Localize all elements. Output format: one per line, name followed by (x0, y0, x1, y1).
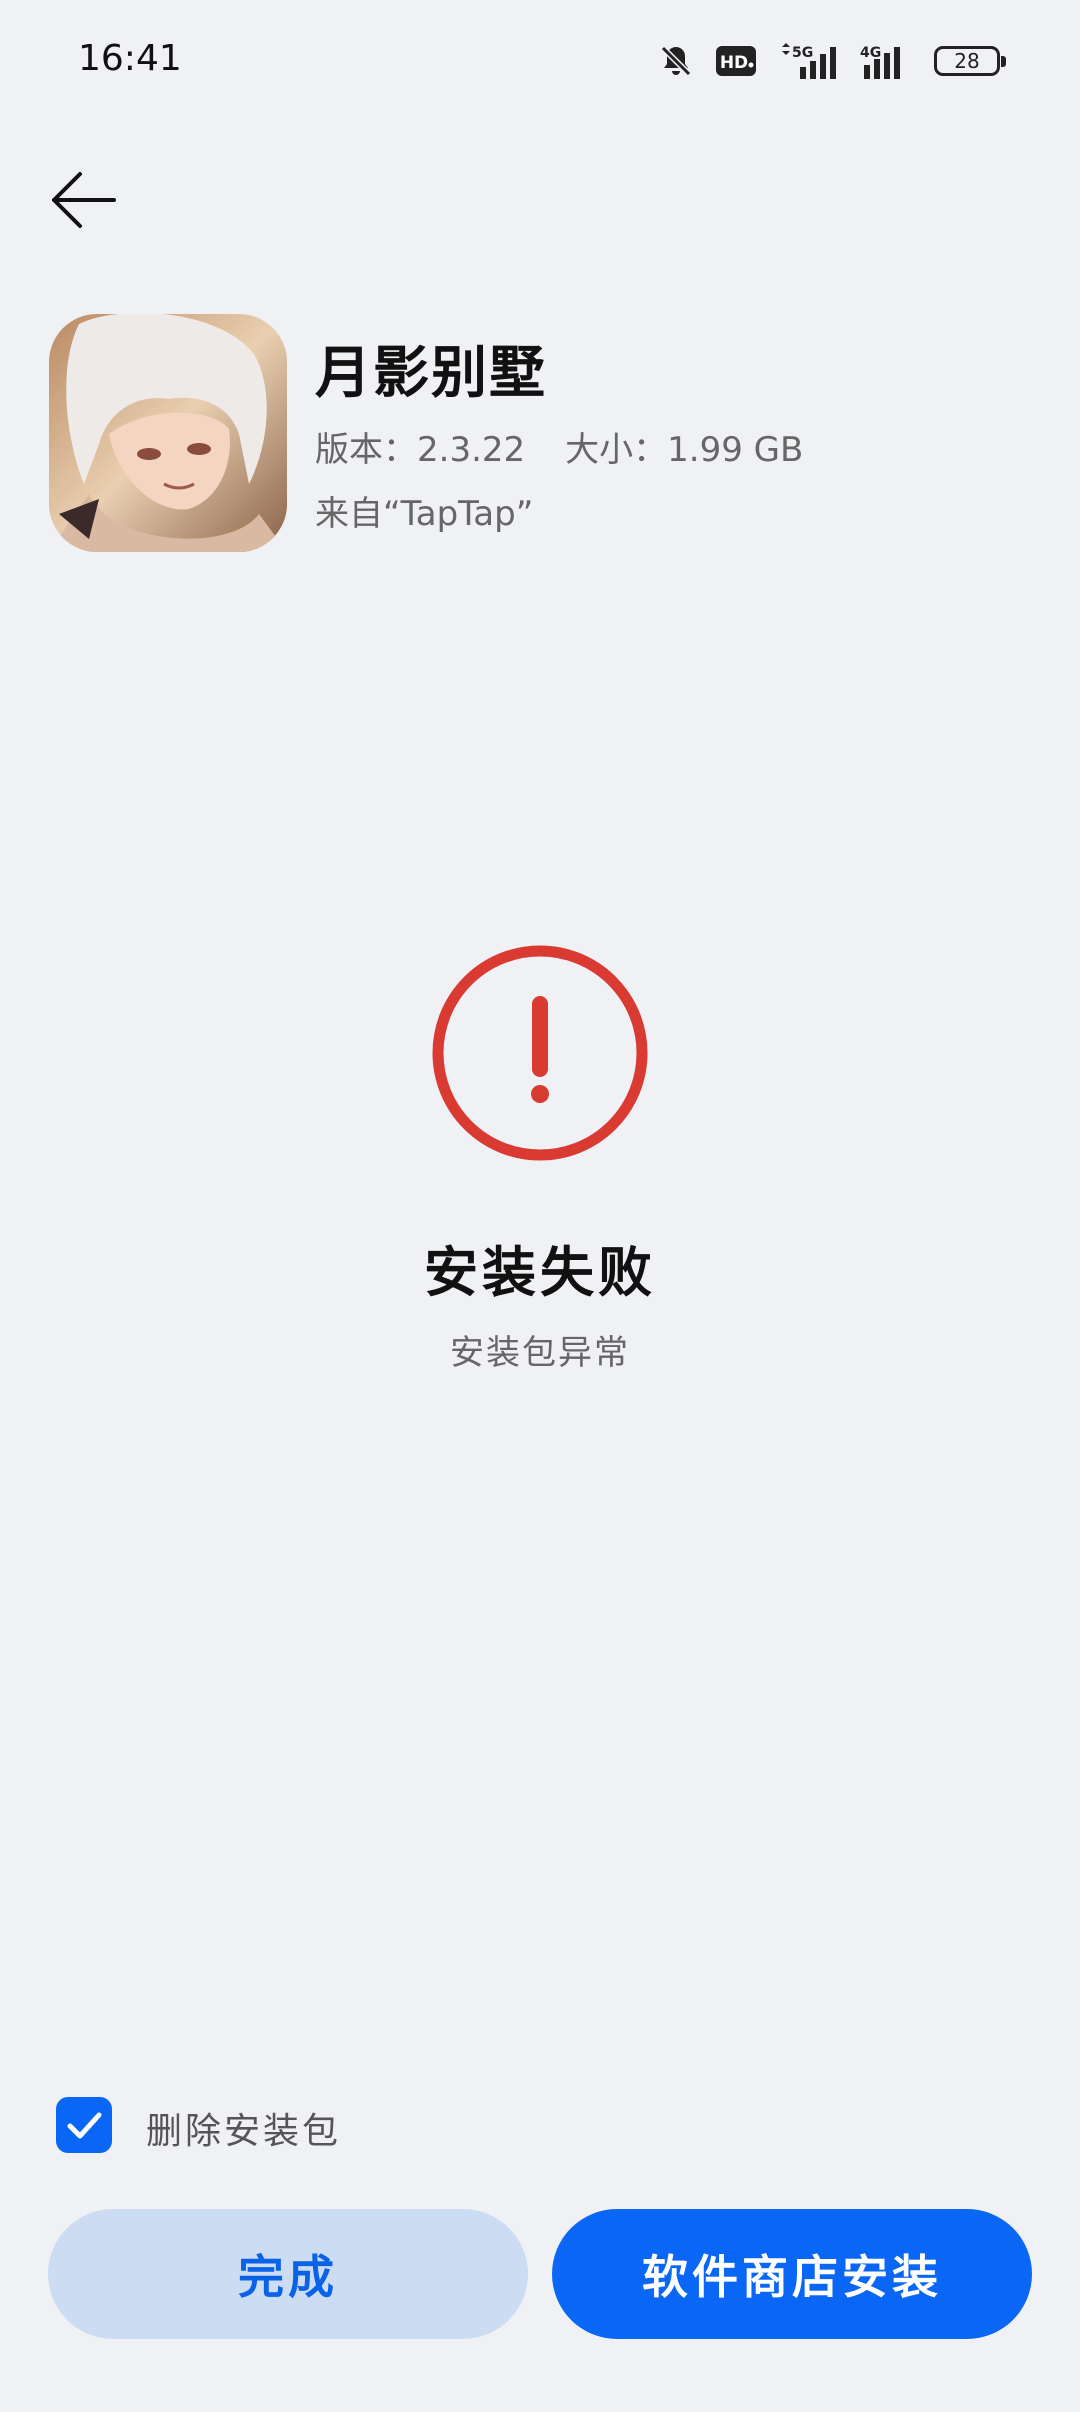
hd-icon: HD (716, 46, 756, 76)
app-size: 大小：1.99 GB (565, 430, 804, 470)
app-version: 版本：2.3.22 (315, 430, 526, 470)
delete-package-checkbox[interactable] (56, 2097, 112, 2153)
back-arrow-icon (52, 172, 116, 228)
status-icons: HD 5G 4G 28 (658, 38, 1006, 84)
battery-level: 28 (954, 49, 980, 73)
done-button[interactable]: 完成 (48, 2209, 528, 2339)
app-source: 来自“TapTap” (315, 494, 534, 534)
app-meta-line: 版本：2.3.22 大小：1.99 GB (315, 422, 803, 471)
app-name: 月影别墅 (315, 340, 547, 406)
signal-4g-icon: 4G (860, 45, 900, 79)
svg-text:4G: 4G (860, 45, 881, 61)
signal-5g-icon: 5G (782, 43, 836, 79)
status-time: 16:41 (78, 38, 182, 79)
app-icon (49, 314, 287, 552)
store-install-button[interactable]: 软件商店安装 (552, 2209, 1032, 2339)
delete-package-label[interactable]: 删除安装包 (146, 2102, 341, 2154)
install-failed-reason: 安装包异常 (450, 1333, 630, 1373)
checkmark-icon (67, 2112, 102, 2139)
install-failed-title: 安装失败 (424, 1240, 656, 1304)
battery-icon: 28 (934, 46, 1006, 76)
status-bar: 16:41 HD 5G 4G 28 (0, 0, 1080, 125)
svg-text:5G: 5G (792, 45, 813, 61)
svg-text:HD: HD (720, 53, 748, 73)
bell-off-icon (660, 45, 692, 77)
error-exclamation-icon (431, 944, 649, 1162)
back-button[interactable] (50, 170, 120, 230)
